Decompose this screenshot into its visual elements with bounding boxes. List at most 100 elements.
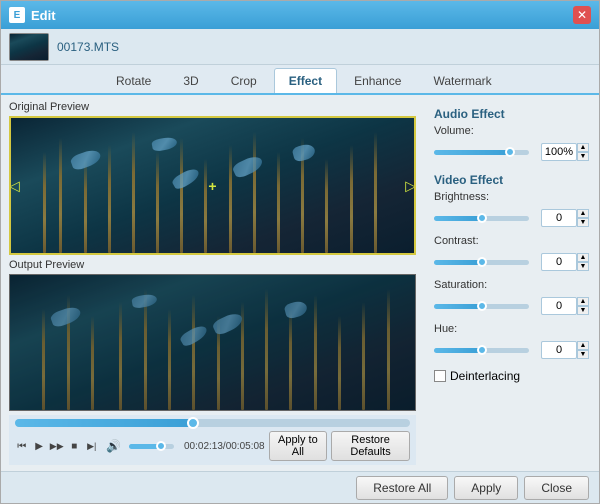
brightness-slider-fill — [434, 216, 482, 221]
volume-slider-thumb[interactable] — [505, 147, 515, 157]
progress-thumb[interactable] — [187, 417, 199, 429]
file-bar: 00173.MTS — [1, 29, 599, 65]
hue-row: Hue: — [434, 323, 589, 335]
preview-area: Original Preview — [1, 95, 424, 471]
file-name: 00173.MTS — [57, 40, 119, 54]
progress-fill — [15, 419, 193, 427]
contrast-input-row: ▲ ▼ — [537, 253, 589, 271]
tab-crop[interactable]: Crop — [216, 68, 272, 93]
close-window-button[interactable]: ✕ — [573, 6, 591, 24]
volume-slider-row: ▲ ▼ — [434, 143, 589, 161]
volume-input[interactable] — [541, 143, 577, 161]
volume-spin-down[interactable]: ▼ — [577, 152, 589, 161]
saturation-spin-up[interactable]: ▲ — [577, 297, 589, 306]
play-button[interactable]: ▶ — [32, 437, 45, 455]
saturation-slider-fill — [434, 304, 482, 309]
window-icon: E — [9, 7, 25, 23]
main-area: Original Preview — [1, 95, 599, 471]
left-arrow: ◁ — [9, 177, 20, 194]
hue-input[interactable] — [541, 341, 577, 359]
brightness-spin-up[interactable]: ▲ — [577, 209, 589, 218]
hue-slider-track[interactable] — [434, 348, 529, 353]
brightness-slider-row: ▲ ▼ — [434, 209, 589, 227]
audio-effect-label: Audio Effect — [434, 107, 589, 121]
window-title: Edit — [31, 8, 573, 23]
saturation-label: Saturation: — [434, 279, 499, 291]
hue-spin-up[interactable]: ▲ — [577, 341, 589, 350]
brightness-spin-down[interactable]: ▼ — [577, 218, 589, 227]
volume-spin-up[interactable]: ▲ — [577, 143, 589, 152]
contrast-slider-row: ▲ ▼ — [434, 253, 589, 271]
hue-slider-row: ▲ ▼ — [434, 341, 589, 359]
contrast-row: Contrast: — [434, 235, 589, 247]
volume-input-row: ▲ ▼ — [537, 143, 589, 161]
saturation-row: Saturation: — [434, 279, 589, 291]
contrast-slider-track[interactable] — [434, 260, 529, 265]
tab-3d[interactable]: 3D — [168, 68, 213, 93]
close-button[interactable]: Close — [524, 476, 589, 500]
contrast-spin-up[interactable]: ▲ — [577, 253, 589, 262]
hue-input-row: ▲ ▼ — [537, 341, 589, 359]
contrast-label: Contrast: — [434, 235, 499, 247]
step-button[interactable]: ▶| — [85, 437, 98, 455]
crosshair: + — [208, 178, 216, 194]
brightness-slider-thumb[interactable] — [477, 213, 487, 223]
saturation-slider-track[interactable] — [434, 304, 529, 309]
saturation-slider-thumb[interactable] — [477, 301, 487, 311]
playback-bar: ⏮ ▶ ▶▶ ■ ▶| 🔊 00:02:13/00:05:08 Apply to… — [9, 415, 416, 465]
title-bar: E Edit ✕ — [1, 1, 599, 29]
volume-label: Volume: — [434, 125, 499, 137]
output-preview-label: Output Preview — [9, 259, 416, 271]
brightness-slider-track[interactable] — [434, 216, 529, 221]
time-display: 00:02:13/00:05:08 — [184, 441, 265, 452]
stop-button[interactable]: ■ — [68, 437, 81, 455]
deinterlacing-checkbox[interactable] — [434, 370, 446, 382]
tabs-bar: Rotate 3D Crop Effect Enhance Watermark — [1, 65, 599, 95]
contrast-spin-down[interactable]: ▼ — [577, 262, 589, 271]
fast-forward-button[interactable]: ▶▶ — [50, 437, 64, 455]
video-effect-label: Video Effect — [434, 173, 589, 187]
controls-row: ⏮ ▶ ▶▶ ■ ▶| 🔊 00:02:13/00:05:08 Apply to… — [15, 431, 410, 461]
hue-slider-fill — [434, 348, 482, 353]
hue-spin-down[interactable]: ▼ — [577, 350, 589, 359]
saturation-input-row: ▲ ▼ — [537, 297, 589, 315]
saturation-spin-down[interactable]: ▼ — [577, 306, 589, 315]
output-preview — [9, 274, 416, 411]
hue-slider-thumb[interactable] — [477, 345, 487, 355]
skip-back-button[interactable]: ⏮ — [15, 437, 28, 455]
apply-to-all-button[interactable]: Apply to All — [269, 431, 327, 461]
side-panel: Audio Effect Volume: ▲ ▼ Video Eff — [424, 95, 599, 471]
volume-slider-fill — [434, 150, 510, 155]
volume-slider-track[interactable] — [434, 150, 529, 155]
contrast-input[interactable] — [541, 253, 577, 271]
contrast-slider-fill — [434, 260, 482, 265]
brightness-label: Brightness: — [434, 191, 499, 203]
apply-button[interactable]: Apply — [454, 476, 518, 500]
deinterlacing-label: Deinterlacing — [450, 369, 520, 383]
original-preview-label: Original Preview — [9, 101, 416, 113]
deinterlacing-row: Deinterlacing — [434, 369, 589, 383]
contrast-slider-thumb[interactable] — [477, 257, 487, 267]
volume-thumb[interactable] — [156, 441, 166, 451]
hue-label: Hue: — [434, 323, 499, 335]
progress-track[interactable] — [15, 419, 410, 427]
volume-track[interactable] — [129, 444, 174, 449]
brightness-input-row: ▲ ▼ — [537, 209, 589, 227]
tab-enhance[interactable]: Enhance — [339, 68, 416, 93]
original-preview: + ◁ ▷ — [9, 116, 416, 255]
restore-defaults-button[interactable]: Restore Defaults — [331, 431, 410, 461]
tab-watermark[interactable]: Watermark — [418, 68, 506, 93]
saturation-slider-row: ▲ ▼ — [434, 297, 589, 315]
tab-rotate[interactable]: Rotate — [101, 68, 166, 93]
right-arrow: ▷ — [405, 177, 416, 194]
brightness-row: Brightness: — [434, 191, 589, 203]
edit-window: E Edit ✕ 00173.MTS Rotate 3D Crop Effect… — [0, 0, 600, 504]
brightness-input[interactable] — [541, 209, 577, 227]
volume-row: Volume: — [434, 125, 589, 137]
saturation-input[interactable] — [541, 297, 577, 315]
volume-icon: 🔊 — [106, 439, 121, 453]
tab-effect[interactable]: Effect — [274, 68, 337, 93]
bottom-bar: Restore All Apply Close — [1, 471, 599, 503]
file-thumbnail — [9, 33, 49, 61]
restore-all-button[interactable]: Restore All — [356, 476, 448, 500]
